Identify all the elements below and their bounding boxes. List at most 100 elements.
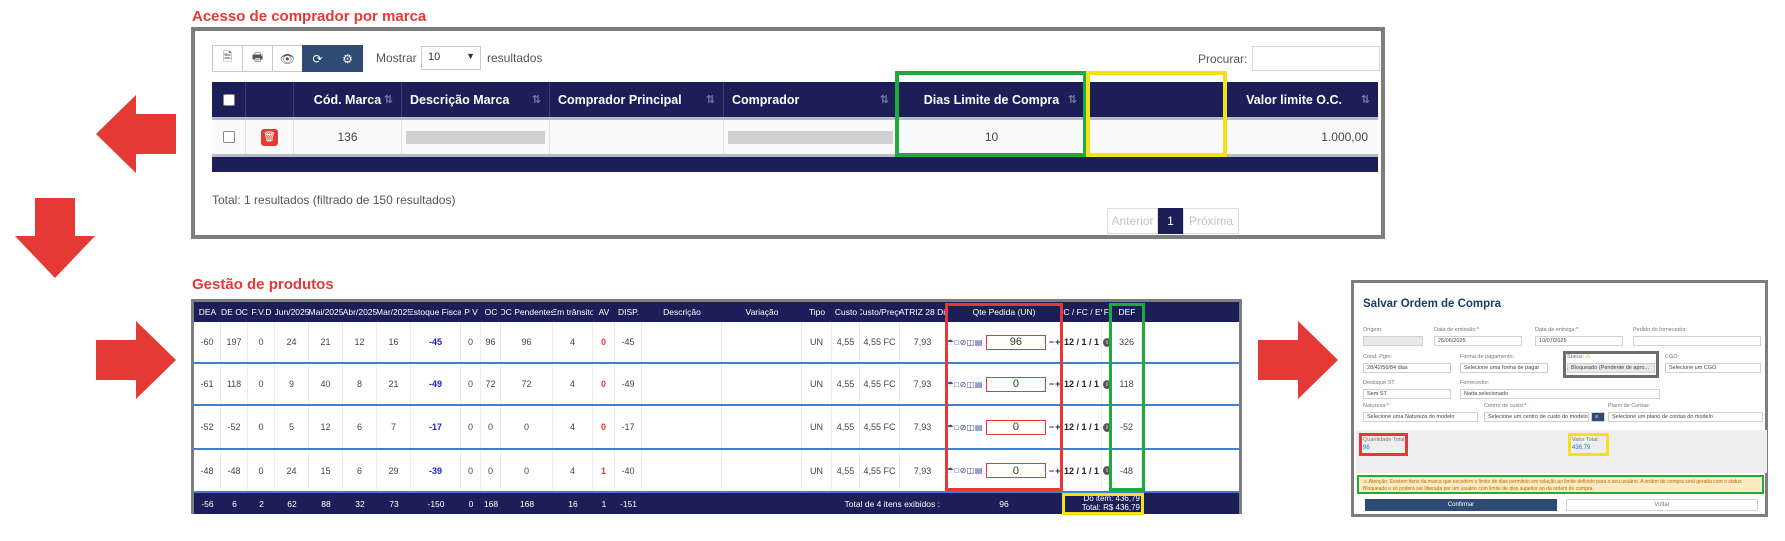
cell-mar: 16 [377, 322, 411, 362]
file-excel-icon[interactable]: 🗎 [212, 45, 243, 72]
cell-mai: 40 [309, 364, 343, 404]
forma-pagamento-select[interactable]: Selecione uma forma de pagar [1460, 363, 1548, 373]
filter-icon[interactable]: ≡ [1591, 412, 1605, 422]
refresh-icon[interactable]: ⟳ [302, 45, 333, 72]
cell-descricao [642, 322, 722, 362]
entrega-field[interactable]: 10/07/2025 [1535, 336, 1623, 346]
cgo-select[interactable]: Selecione um CGO [1665, 363, 1761, 373]
label-fornecedor: Fornecedor: [1460, 380, 1490, 386]
foot-disp: -151 [619, 498, 637, 509]
cell-dea: -52 [194, 406, 221, 448]
highlight-qtd-total [1359, 433, 1408, 456]
arrow-right-icon [96, 321, 176, 399]
cell-tipo: UN [802, 364, 832, 404]
label-plano-contas: Plano de Contas: [1608, 403, 1651, 409]
col-disp[interactable]: DISP. [615, 302, 642, 322]
page-1-button[interactable]: 1 [1158, 208, 1183, 234]
actions-header [246, 82, 294, 117]
col-descricao-marca[interactable]: Descrição Marca ⇅ [402, 82, 550, 117]
col-estoque-fiscal[interactable]: Estoque Fiscal [411, 302, 461, 322]
foot-oc: 168 [483, 498, 499, 509]
highlight-valor-total [1568, 433, 1609, 456]
label-natureza: Natureza:* [1363, 403, 1389, 409]
pedido-fornecedor-input[interactable] [1633, 336, 1761, 346]
cell-av: 0 [593, 364, 615, 404]
confirm-button[interactable]: Confirmar [1365, 499, 1557, 511]
col-dea[interactable]: DEA [194, 302, 221, 322]
cell-abr: 6 [343, 406, 377, 448]
col-jun[interactable]: Jun/2025 [275, 302, 309, 322]
cell-custo-preco: 4,55 FC [860, 364, 900, 404]
col-mai[interactable]: Mai/2025 [309, 302, 343, 322]
print-icon[interactable]: 🖶 [242, 45, 273, 72]
col-descricao[interactable]: Descrição [642, 302, 722, 322]
col-tipo[interactable]: Tipo [802, 302, 832, 322]
col-ec-fc-ev[interactable]: EC / FC / EV [1062, 302, 1102, 322]
toolbar: 🗎 🖶 👁 ⟳ ⚙ [212, 45, 363, 72]
col-comprador-principal[interactable]: Comprador Principal ⇅ [550, 82, 724, 117]
foot-jun: 62 [287, 498, 297, 509]
page-size-select[interactable]: 10 ▼ [421, 46, 481, 70]
cell-ec: 12 / 1 / 1 [1062, 450, 1102, 491]
col-variacao[interactable]: Variação [722, 302, 802, 322]
foot-ocp: 168 [519, 498, 535, 509]
cell-jun: 24 [275, 450, 309, 491]
cell-dea: -61 [194, 364, 221, 404]
prev-page-button[interactable]: Anterior [1107, 208, 1158, 234]
cell-descricao-marca [402, 120, 550, 154]
cogs-icon[interactable]: ⚙ [332, 45, 363, 72]
col-deoc[interactable]: DE OC [221, 302, 248, 322]
label-entrega-text: Data de entrega: [1535, 327, 1576, 333]
origem-select[interactable] [1363, 336, 1423, 346]
cell-tipo: UN [802, 322, 832, 362]
emissao-field[interactable]: 26/06/2025 [1434, 336, 1522, 346]
cell-comprador-principal [550, 120, 724, 154]
col-mar[interactable]: Mar/2025 [377, 302, 411, 322]
col-em-transito[interactable]: Em trânsito [553, 302, 593, 322]
row-checkbox-cell[interactable] [212, 120, 246, 154]
centro-custo-select[interactable]: Selecione um centro de custo do modelo [1484, 412, 1589, 422]
col-comprador[interactable]: Comprador ⇅ [724, 82, 898, 117]
col-oc-pendentes[interactable]: OC Pendentes [501, 302, 553, 322]
trash-icon[interactable]: 🗑 [261, 128, 278, 146]
natureza-select[interactable]: Selecione uma Natureza do modelo [1363, 412, 1478, 422]
page-size-value: 10 [428, 51, 441, 63]
cell-jun: 9 [275, 364, 309, 404]
col-comprador-label: Comprador [732, 92, 800, 107]
cell-ocp: 0 [501, 450, 553, 491]
col-abr[interactable]: Abr/2025 [343, 302, 377, 322]
sort-icon[interactable]: ⇅ [384, 93, 393, 106]
label-centro-custo-text: Centro de custo: [1484, 403, 1525, 409]
eye-icon[interactable]: 👁 [272, 45, 303, 72]
sort-icon[interactable]: ⇅ [706, 93, 715, 106]
row-checkbox[interactable] [222, 131, 235, 143]
back-button[interactable]: Voltar [1566, 499, 1758, 511]
col-pv[interactable]: P V [461, 302, 481, 322]
foot-deoc: 6 [232, 498, 237, 509]
sort-icon[interactable]: ⇅ [1361, 93, 1370, 106]
brand-buyer-panel: 🗎 🖶 👁 ⟳ ⚙ Mostrar 10 ▼ resultados Procur… [191, 27, 1385, 239]
table-row: -60 197 0 24 21 12 16 -45 0 96 96 4 0 -45 UN 4,55 4,55 F… [194, 322, 1239, 364]
cond-pgto-select[interactable]: 28/42/56/84 dias [1363, 363, 1451, 373]
col-matriz[interactable]: MATRIZ 28 Dias [900, 302, 946, 322]
sort-icon[interactable]: ⇅ [880, 93, 889, 106]
cell-ec: 12 / 1 / 1 [1062, 406, 1102, 448]
cell-dea: -60 [194, 322, 221, 362]
next-page-button[interactable]: Próxima [1183, 208, 1239, 234]
cell-cod-marca: 136 [294, 120, 402, 154]
select-all-checkbox[interactable] [222, 93, 235, 106]
col-oc[interactable]: OC [481, 302, 501, 322]
col-av[interactable]: AV [593, 302, 615, 322]
select-all-checkbox-cell[interactable] [212, 82, 246, 117]
search-input[interactable] [1252, 46, 1380, 71]
col-cod-marca[interactable]: Cód. Marca ⇅ [294, 82, 402, 117]
col-custo[interactable]: Custo [832, 302, 860, 322]
fornecedor-select[interactable]: Nada selecionado [1460, 389, 1660, 399]
cell-ec: 12 / 1 / 1 [1062, 322, 1102, 362]
col-fvd[interactable]: F.V.D [248, 302, 275, 322]
col-custo-preco[interactable]: Custo/Preço [860, 302, 900, 322]
sort-icon[interactable]: ⇅ [532, 93, 541, 106]
plano-contas-select[interactable]: Selecione um plano de contas do modelo [1608, 412, 1763, 422]
desloque-select[interactable]: Sem ST [1363, 389, 1451, 399]
cell-custo-preco: 4,55 FC [860, 322, 900, 362]
